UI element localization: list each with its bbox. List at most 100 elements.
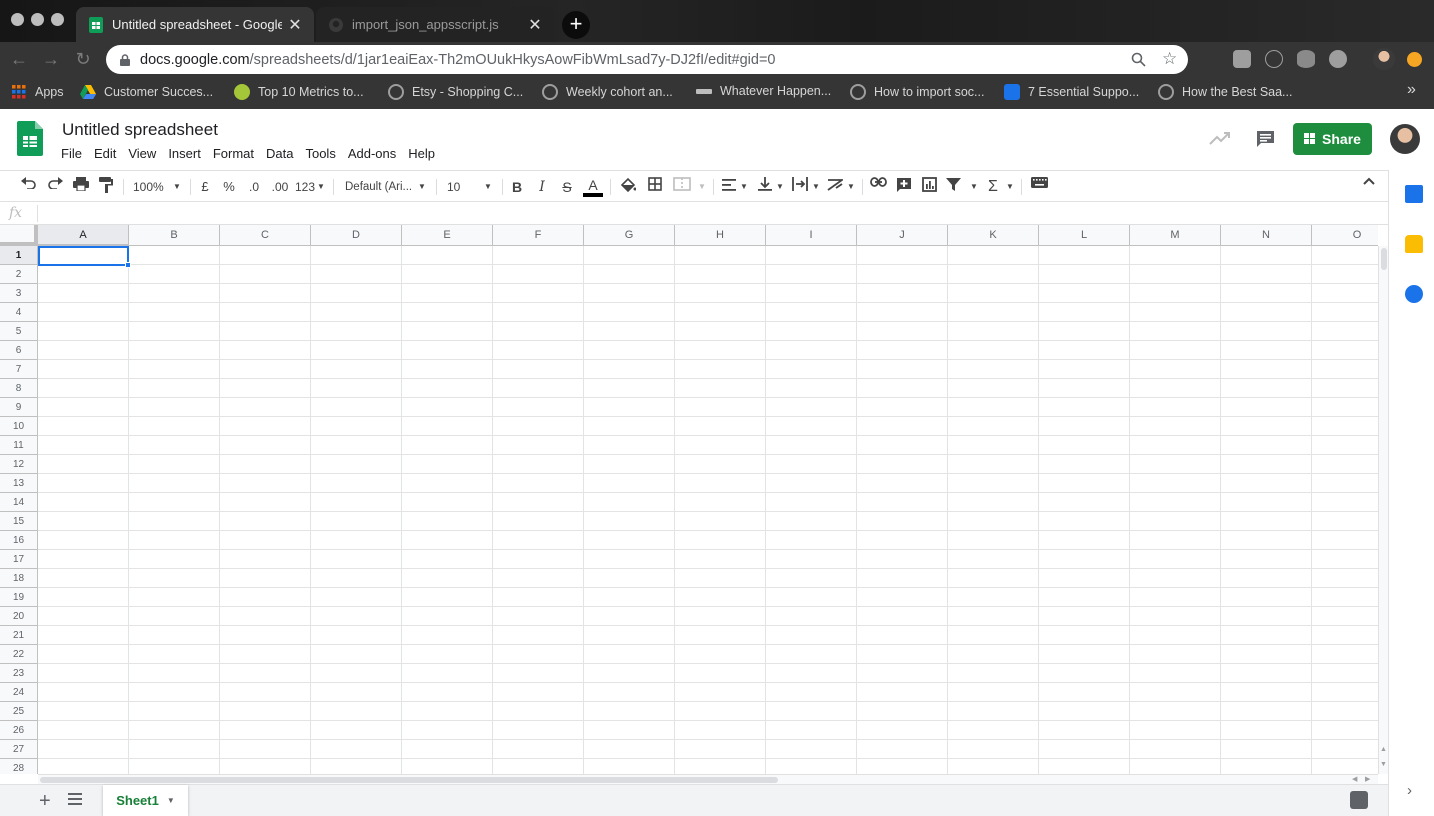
row-header-10[interactable]: 10	[0, 417, 38, 436]
insert-link-icon[interactable]	[869, 177, 887, 197]
profile-avatar[interactable]	[1373, 48, 1395, 70]
column-header-k[interactable]: K	[948, 225, 1039, 246]
bookmark-apps[interactable]: Apps	[11, 84, 64, 100]
column-header-d[interactable]: D	[311, 225, 402, 246]
extension-icon[interactable]	[1233, 50, 1251, 68]
horizontal-align-icon[interactable]: ▼	[722, 177, 750, 197]
input-tools-keyboard-icon[interactable]	[1030, 177, 1048, 197]
menu-format[interactable]: Format	[213, 146, 254, 164]
row-header-5[interactable]: 5	[0, 322, 38, 341]
row-header-11[interactable]: 11	[0, 436, 38, 455]
merge-cells-icon[interactable]: ▼	[673, 177, 709, 197]
info-extension-icon[interactable]	[1265, 50, 1283, 68]
keep-icon[interactable]	[1405, 235, 1423, 253]
sheet-tab-sheet1[interactable]: Sheet1 ▼	[103, 785, 188, 816]
bookmarks-overflow-button[interactable]: »	[1407, 81, 1416, 99]
zoom-magnifier-icon[interactable]	[1131, 52, 1146, 71]
undo-icon[interactable]	[20, 177, 38, 197]
row-header-22[interactable]: 22	[0, 645, 38, 664]
menu-insert[interactable]: Insert	[168, 146, 201, 164]
horizontal-scrollbar[interactable]: ◀ ▶	[38, 774, 1378, 784]
bookmark-item[interactable]: Etsy - Shopping C...	[388, 84, 523, 100]
bookmark-item[interactable]: Weekly cohort an...	[542, 84, 673, 100]
column-header-g[interactable]: G	[584, 225, 675, 246]
font-family-select[interactable]: Default (Ari... ▼	[345, 177, 431, 197]
row-header-28[interactable]: 28	[0, 759, 38, 774]
row-header-23[interactable]: 23	[0, 664, 38, 683]
forward-arrow-icon[interactable]: →	[41, 49, 61, 69]
row-header-16[interactable]: 16	[0, 531, 38, 550]
column-header-m[interactable]: M	[1130, 225, 1221, 246]
menu-view[interactable]: View	[128, 146, 156, 164]
row-header-24[interactable]: 24	[0, 683, 38, 702]
paint-format-icon[interactable]	[97, 177, 115, 197]
share-button[interactable]: Share	[1293, 123, 1372, 155]
row-header-4[interactable]: 4	[0, 303, 38, 322]
bookmark-item[interactable]: How the Best Saa...	[1158, 84, 1292, 100]
menu-edit[interactable]: Edit	[94, 146, 116, 164]
window-minimize-button[interactable]	[31, 13, 44, 26]
fill-color-icon[interactable]	[619, 177, 637, 197]
formula-input[interactable]	[40, 202, 1380, 224]
column-header-f[interactable]: F	[493, 225, 584, 246]
functions-button[interactable]: Σ ▼	[988, 177, 1016, 197]
column-header-a[interactable]: A	[38, 225, 129, 246]
text-color-button[interactable]: A	[583, 177, 603, 197]
currency-format-button[interactable]: £	[197, 177, 213, 197]
row-header-3[interactable]: 3	[0, 284, 38, 303]
all-sheets-list-icon[interactable]	[68, 793, 82, 805]
active-cell-a1[interactable]	[38, 246, 131, 268]
scroll-left-icon[interactable]: ◀	[1352, 775, 1357, 783]
bookmark-item[interactable]: 7 Essential Suppo...	[1004, 84, 1139, 100]
redo-icon[interactable]	[46, 177, 64, 197]
menu-tools[interactable]: Tools	[305, 146, 335, 164]
row-header-2[interactable]: 2	[0, 265, 38, 284]
bookmark-item[interactable]: Whatever Happen...	[696, 84, 831, 98]
collapse-menus-chevron-up-icon[interactable]	[1360, 177, 1378, 197]
browser-tab-sheets[interactable]: Untitled spreadsheet - Google Sheets ✕	[76, 7, 314, 42]
row-header-7[interactable]: 7	[0, 360, 38, 379]
filter-icon[interactable]: ▼	[946, 177, 980, 197]
address-bar[interactable]: docs.google.com /spreadsheets/d/1jar1eai…	[106, 45, 1188, 74]
sheets-home-logo-icon[interactable]	[17, 121, 43, 156]
text-wrap-icon[interactable]: ▼	[792, 177, 820, 197]
decrease-decimal-button[interactable]: .0	[244, 177, 264, 197]
activity-trend-icon[interactable]	[1209, 131, 1231, 145]
back-arrow-icon[interactable]: ←	[9, 49, 29, 69]
incognito-extension-icon[interactable]	[1329, 50, 1347, 68]
bookmark-item[interactable]: Customer Succes...	[80, 84, 213, 100]
italic-button[interactable]: I	[534, 177, 550, 197]
row-header-6[interactable]: 6	[0, 341, 38, 360]
row-header-1[interactable]: 1	[0, 246, 38, 265]
more-formats-button[interactable]: 123 ▼	[295, 177, 327, 197]
row-header-18[interactable]: 18	[0, 569, 38, 588]
row-header-15[interactable]: 15	[0, 512, 38, 531]
font-size-select[interactable]: 10 ▼	[447, 177, 495, 197]
row-header-13[interactable]: 13	[0, 474, 38, 493]
menu-addons[interactable]: Add-ons	[348, 146, 396, 164]
database-extension-icon[interactable]	[1297, 50, 1315, 68]
reload-icon[interactable]: ↻	[73, 49, 93, 69]
row-header-8[interactable]: 8	[0, 379, 38, 398]
close-tab-icon[interactable]: ✕	[528, 15, 542, 35]
borders-icon[interactable]	[646, 177, 664, 197]
column-header-l[interactable]: L	[1039, 225, 1130, 246]
row-header-20[interactable]: 20	[0, 607, 38, 626]
column-header-o[interactable]: O	[1312, 225, 1378, 246]
column-header-b[interactable]: B	[129, 225, 220, 246]
explore-icon[interactable]	[1350, 791, 1368, 809]
menu-data[interactable]: Data	[266, 146, 293, 164]
column-header-h[interactable]: H	[675, 225, 766, 246]
row-header-25[interactable]: 25	[0, 702, 38, 721]
chevron-down-icon[interactable]: ▼	[167, 796, 175, 805]
add-sheet-button[interactable]: +	[39, 790, 51, 813]
window-zoom-button[interactable]	[51, 13, 64, 26]
column-header-j[interactable]: J	[857, 225, 948, 246]
column-header-e[interactable]: E	[402, 225, 493, 246]
row-header-21[interactable]: 21	[0, 626, 38, 645]
row-header-17[interactable]: 17	[0, 550, 38, 569]
document-title[interactable]: Untitled spreadsheet	[62, 120, 218, 140]
tasks-icon[interactable]	[1405, 285, 1423, 303]
scroll-down-icon[interactable]: ▼	[1380, 761, 1387, 768]
window-close-button[interactable]	[11, 13, 24, 26]
